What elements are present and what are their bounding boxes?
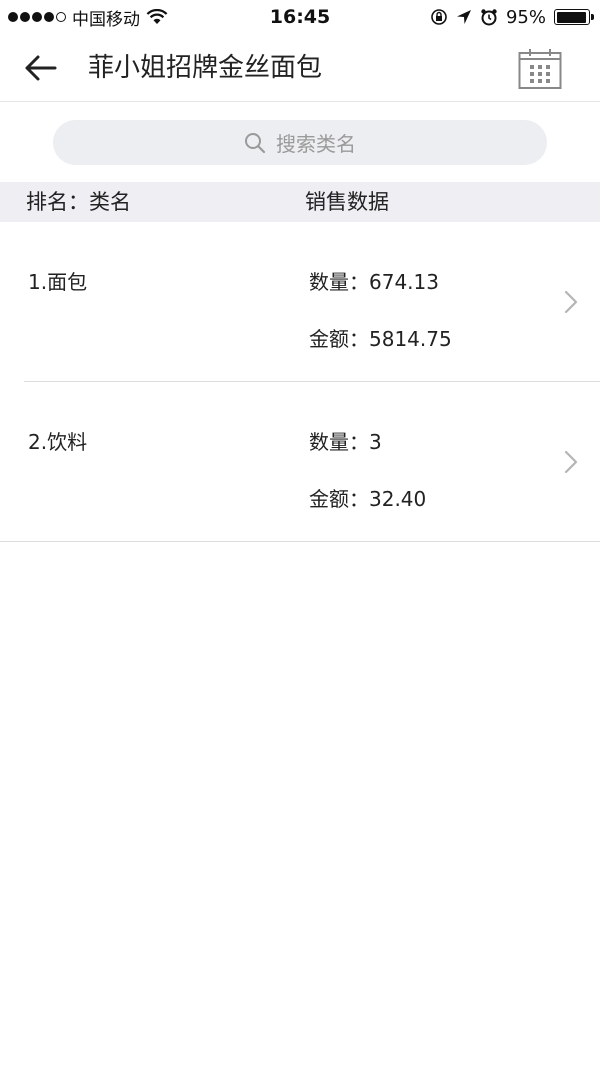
amount-value: 金额：5814.75 <box>309 327 452 351</box>
chevron-right-icon <box>564 450 578 474</box>
list-item[interactable]: 2.饮料 数量：3 金额：32.40 <box>0 382 600 542</box>
battery-icon <box>554 9 594 25</box>
chevron-right-icon <box>564 290 578 314</box>
arrow-left-icon <box>25 55 57 81</box>
table-header: 排名：类名 销售数据 <box>0 182 600 222</box>
search-icon <box>245 132 266 153</box>
list-item[interactable]: 1.面包 数量：674.13 金额：5814.75 <box>0 222 600 382</box>
location-arrow-icon <box>456 10 471 24</box>
status-bar: 中国移动 16:45 95% <box>0 0 600 34</box>
back-button[interactable] <box>20 48 60 88</box>
quantity-value: 数量：3 <box>309 430 382 454</box>
alarm-clock-icon <box>481 9 497 26</box>
amount-value: 金额：32.40 <box>309 487 427 511</box>
quantity-value: 数量：674.13 <box>309 270 439 294</box>
category-name: 2.饮料 <box>28 430 88 454</box>
search-placeholder: 搜索类名 <box>276 132 356 156</box>
category-name: 1.面包 <box>28 270 88 294</box>
search-section: 搜索类名 <box>0 102 600 182</box>
nav-bar: 菲小姐招牌金丝面包 <box>0 34 600 102</box>
header-sales: 销售数据 <box>305 190 389 214</box>
status-bar-right: 95% <box>430 0 594 34</box>
header-rank: 排名：类名 <box>26 190 131 214</box>
search-input[interactable]: 搜索类名 <box>53 120 547 165</box>
calendar-button[interactable] <box>518 48 562 90</box>
calendar-icon <box>518 49 562 89</box>
battery-percent: 95% <box>505 6 546 28</box>
rotation-lock-icon <box>431 9 447 25</box>
row-divider <box>0 541 600 542</box>
page-title: 菲小姐招牌金丝面包 <box>88 53 323 83</box>
